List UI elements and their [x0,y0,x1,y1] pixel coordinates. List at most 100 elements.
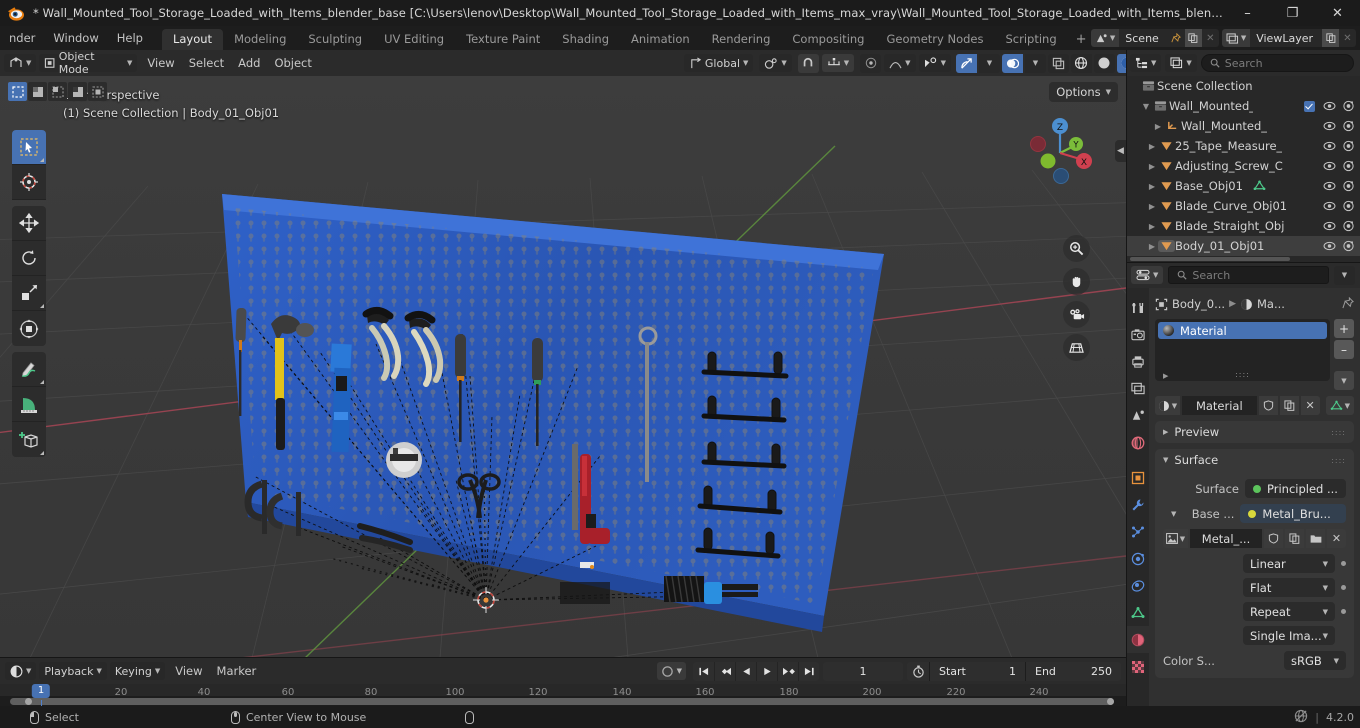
tool-measure[interactable] [12,387,46,422]
remove-material-slot-button[interactable]: – [1334,340,1354,359]
play-reverse-button[interactable] [735,661,756,681]
playback-menu[interactable]: Playback ▼ [39,662,107,680]
tool-move[interactable] [12,206,46,241]
surface-shader-value[interactable]: Principled ... [1245,479,1346,498]
object-mode-selector[interactable]: Object Mode ▼ [39,50,138,76]
copy-viewlayer-icon[interactable] [1322,29,1339,47]
menu-render[interactable]: nder [1,28,43,48]
tab-layout[interactable]: Layout [161,29,224,50]
material-slot-menu-button[interactable]: ▼ [1334,371,1354,390]
editor-split-vertical[interactable] [1126,50,1127,706]
tab-scripting[interactable]: Scripting [995,29,1068,50]
auto-keying-toggle[interactable]: ▼ [656,662,686,680]
prev-keyframe-button[interactable] [714,661,735,681]
outliner-filter-icon[interactable]: ▼ [1165,54,1197,72]
minimize-button[interactable]: – [1225,0,1270,26]
animate-property-icon[interactable] [1341,609,1346,614]
menu-window[interactable]: Window [45,28,106,48]
unlink-material-icon[interactable]: ✕ [1300,396,1320,415]
fake-user-icon[interactable] [1258,396,1278,415]
tab-animation[interactable]: Animation [620,29,701,50]
proportional-edit-icon[interactable] [860,53,882,73]
breadcrumb-material-name[interactable]: Ma... [1257,297,1285,311]
copy-scene-icon[interactable] [1184,29,1202,47]
outliner-search-input[interactable]: Search [1200,54,1354,72]
image-texture-icon[interactable]: ▼ [1163,529,1188,548]
copy-icon[interactable] [1285,529,1304,548]
unlink-texture-icon[interactable]: ✕ [1327,529,1346,548]
zoom-icon[interactable] [1063,235,1090,262]
outliner-row-wall-mounted-empty[interactable]: ▶ Wall_Mounted_ [1126,116,1360,136]
current-frame-field[interactable]: 1 [823,661,903,681]
camera-view-icon[interactable] [1063,301,1090,328]
properties-tab-output[interactable] [1126,348,1149,375]
disclosure-closed-icon[interactable]: ▶ [1146,242,1158,251]
outliner-row-scene-collection[interactable]: Scene Collection [1126,76,1360,96]
timeline-menu-marker[interactable]: Marker [210,662,264,680]
pin-icon[interactable] [1168,29,1185,47]
viewport-menu-select[interactable]: Select [182,54,231,72]
object-visibility-selector[interactable]: ▼ [918,54,951,72]
viewport-canvas[interactable] [0,76,1126,658]
disclosure-closed-icon[interactable]: ▶ [1152,122,1164,131]
properties-tab-material[interactable] [1126,626,1149,653]
extension-dropdown[interactable]: Repeat ▼ [1243,602,1335,621]
viewport-3d[interactable]: ▼ Object Mode ▼ View Select Add Object G… [0,50,1126,658]
disclosure-closed-icon[interactable]: ▶ [1146,222,1158,231]
material-slot-row[interactable]: Material [1158,322,1327,339]
outliner-row-blade-curve[interactable]: ▶ Blade_Curve_Obj01 [1126,196,1360,216]
properties-tab-scene[interactable] [1126,402,1149,429]
open-folder-icon[interactable] [1306,529,1325,548]
start-frame-field[interactable]: Start 1 [929,661,1025,681]
tab-modeling[interactable]: Modeling [223,29,297,50]
scene-icon[interactable]: ▼ [1090,29,1120,47]
unlink-scene-icon[interactable]: ✕ [1202,29,1219,47]
navigation-gizmo[interactable]: Z Y X [1022,115,1098,191]
menu-help[interactable]: Help [109,28,151,48]
tab-shading[interactable]: Shading [551,29,620,50]
editor-type-selector[interactable]: ▼ [4,54,37,72]
tab-rendering[interactable]: Rendering [701,29,782,50]
outliner-row-blade-straight[interactable]: ▶ Blade_Straight_Obj [1126,216,1360,236]
properties-tab-modifiers[interactable] [1126,491,1149,518]
properties-tab-object[interactable] [1126,464,1149,491]
viewport-menu-object[interactable]: Object [267,54,318,72]
colorspace-dropdown[interactable]: sRGB ▼ [1284,651,1346,670]
chevron-down-icon[interactable]: ▼ [1171,510,1176,518]
tab-texture-paint[interactable]: Texture Paint [455,29,551,50]
slot-resize-grip[interactable]: :::: [1155,370,1330,379]
sidebar-toggle-icon[interactable]: ◀ [1115,140,1126,162]
interpolation-dropdown[interactable]: Linear ▼ [1243,554,1335,573]
outliner-row-body-01-obj01[interactable]: ▶ Body_01_Obj01 [1126,236,1360,256]
properties-tab-texture[interactable] [1126,653,1149,680]
close-button[interactable]: ✕ [1315,0,1360,26]
play-button[interactable] [756,661,777,681]
base-color-value[interactable]: Metal_Bru... [1240,504,1346,523]
select-extend-icon[interactable] [48,82,67,101]
properties-tab-physics[interactable] [1126,545,1149,572]
viewlayer-icon[interactable]: ▼ [1221,29,1251,47]
outliner-tree[interactable]: Scene Collection ▼ Wall_Mounted_Toc [1126,76,1360,262]
properties-tab-render[interactable] [1126,321,1149,348]
panel-drag-grip[interactable]: :::: [1331,456,1346,465]
viewport-options-button[interactable]: Options ▼ [1049,82,1118,102]
properties-options-chevron-icon[interactable]: ▼ [1334,265,1355,285]
timeline-scrollbar[interactable] [0,696,1126,706]
editor-split-horizontal-left[interactable] [0,657,1126,658]
tool-rotate[interactable] [12,241,46,276]
source-dropdown[interactable]: Single Ima... ▼ [1243,626,1335,645]
pivot-point-selector[interactable]: ▼ [759,54,792,72]
material-slots[interactable]: Material ▶ :::: [1155,319,1330,381]
tool-cursor[interactable] [12,165,46,200]
outliner-horizontal-scrollbar[interactable] [1130,257,1290,261]
transform-orientation-selector[interactable]: Global ▼ [683,54,754,72]
timeline-editor-type[interactable]: ▼ [5,662,37,680]
shading-wireframe-icon[interactable] [1070,53,1092,73]
proportional-falloff-selector[interactable]: ▼ [884,54,916,72]
jump-to-end-button[interactable] [798,661,819,681]
overlay-options-chevron-icon[interactable]: ▼ [1024,53,1046,73]
jump-to-start-button[interactable] [693,661,714,681]
new-material-icon[interactable] [1279,396,1299,415]
projection-dropdown[interactable]: Flat ▼ [1243,578,1335,597]
next-keyframe-button[interactable] [777,661,798,681]
